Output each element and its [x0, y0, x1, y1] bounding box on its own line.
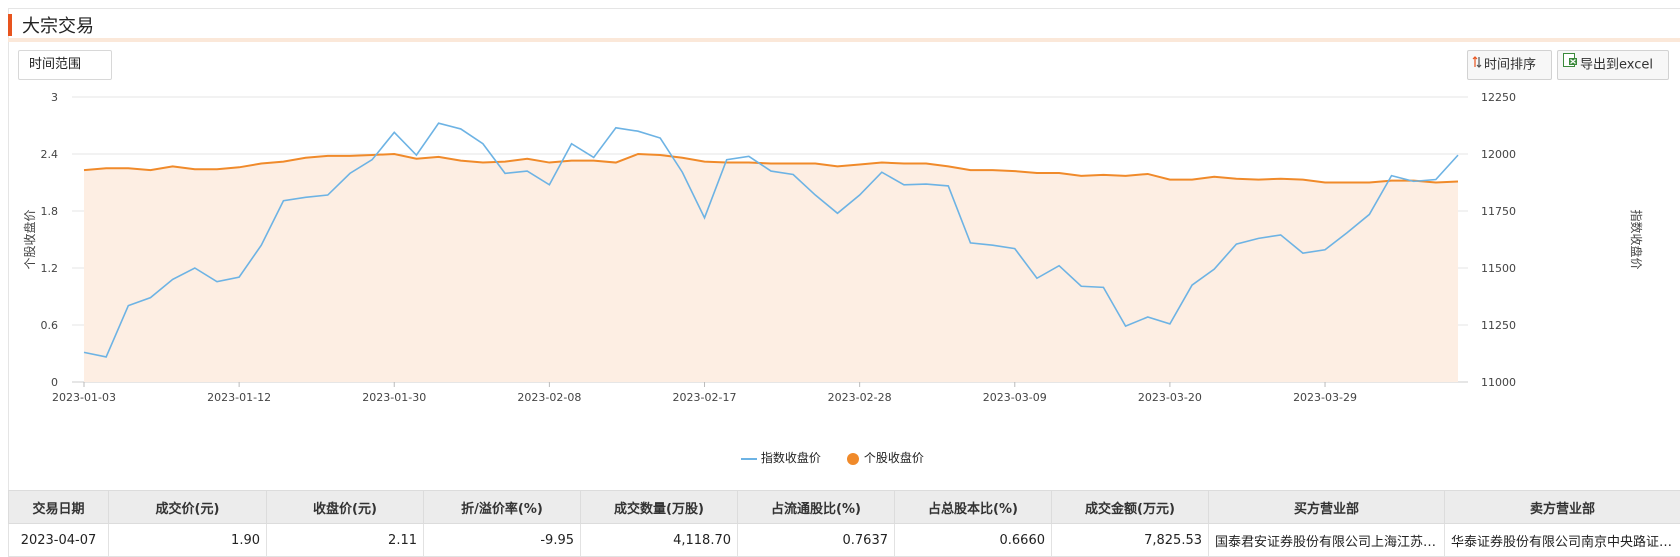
legend-label-index: 指数收盘价 — [761, 451, 821, 465]
cell-discount-rate: -9.95 — [424, 524, 581, 557]
cell-seller[interactable]: 华泰证券股份有限公司南京中央路证券营业部 — [1445, 524, 1680, 557]
y-right-tick-label: 11250 — [1481, 319, 1516, 332]
cell-float-ratio: 0.7637 — [738, 524, 895, 557]
export-excel-label: 导出到excel — [1580, 58, 1653, 73]
col-header-total-ratio[interactable]: 占总股本比(%) — [895, 491, 1052, 524]
header-accent-bar — [8, 14, 12, 36]
col-header-trade-date[interactable]: 交易日期 — [9, 491, 109, 524]
price-chart: 0 0.6 1.2 1.8 2.4 3 11000 11250 11500 11750 12000 1… — [0, 88, 1680, 468]
x-tick-label: 2023-01-03 — [52, 391, 116, 404]
col-header-volume[interactable]: 成交数量(万股) — [581, 491, 738, 524]
time-sort-label: 时间排序 — [1484, 58, 1536, 73]
col-header-amount[interactable]: 成交金额(万元) — [1052, 491, 1209, 524]
cell-trade-date: 2023-04-07 — [9, 524, 109, 557]
x-tick-label: 2023-01-30 — [362, 391, 426, 404]
chart-canvas: 0 0.6 1.2 1.8 2.4 3 11000 11250 11500 11750 12000 1… — [0, 88, 1680, 468]
col-header-close-price[interactable]: 收盘价(元) — [267, 491, 424, 524]
col-header-buyer[interactable]: 买方营业部 — [1209, 491, 1445, 524]
time-sort-button[interactable]: 时间排序 — [1467, 50, 1552, 80]
col-header-seller[interactable]: 卖方营业部 — [1445, 491, 1680, 524]
section-header: 大宗交易 — [8, 8, 1680, 42]
table-row[interactable]: 2023-04-07 1.90 2.11 -9.95 4,118.70 0.76… — [9, 524, 1680, 557]
x-tick-label: 2023-02-28 — [828, 391, 892, 404]
chart-legend: 指数收盘价 个股收盘价 — [0, 449, 1680, 467]
x-tick-label: 2023-03-20 — [1138, 391, 1202, 404]
cell-volume: 4,118.70 — [581, 524, 738, 557]
series-area-stock — [84, 154, 1458, 382]
y-right-axis-title: 指数收盘价 — [1629, 209, 1644, 269]
cell-total-ratio: 0.6660 — [895, 524, 1052, 557]
cell-trade-price: 1.90 — [109, 524, 267, 557]
x-tick-label: 2023-03-29 — [1293, 391, 1357, 404]
x-tick-label: 2023-01-12 — [207, 391, 271, 404]
y-right-tick-label: 11500 — [1481, 262, 1516, 275]
y-left-tick-label: 1.2 — [41, 262, 59, 275]
x-tick-label: 2023-03-09 — [983, 391, 1047, 404]
y-left-tick-label: 3 — [51, 91, 58, 104]
page-title: 大宗交易 — [22, 12, 94, 38]
col-header-discount-rate[interactable]: 折/溢价率(%) — [424, 491, 581, 524]
excel-icon — [1562, 51, 1578, 79]
legend-label-stock: 个股收盘价 — [864, 451, 924, 465]
time-range-button[interactable]: 时间范围 — [18, 50, 112, 80]
sort-arrows-icon — [1472, 51, 1482, 79]
legend-dot-icon — [846, 452, 860, 466]
cell-buyer[interactable]: 国泰君安证券股份有限公司上海江苏路证券营业部 — [1209, 524, 1445, 557]
y-left-tick-label: 0 — [51, 376, 58, 389]
y-right-tick-label: 12250 — [1481, 91, 1516, 104]
y-left-tick-label: 2.4 — [41, 148, 59, 161]
block-trade-table: 交易日期 成交价(元) 收盘价(元) 折/溢价率(%) 成交数量(万股) 占流通… — [8, 490, 1680, 557]
table-header-row: 交易日期 成交价(元) 收盘价(元) 折/溢价率(%) 成交数量(万股) 占流通… — [9, 491, 1680, 524]
y-left-axis-title: 个股收盘价 — [22, 209, 37, 269]
legend-line-icon — [741, 452, 757, 466]
col-header-trade-price[interactable]: 成交价(元) — [109, 491, 267, 524]
cell-close-price: 2.11 — [267, 524, 424, 557]
y-right-tick-label: 11000 — [1481, 376, 1516, 389]
y-right-tick-label: 12000 — [1481, 148, 1516, 161]
y-left-tick-label: 1.8 — [41, 205, 59, 218]
col-header-float-ratio[interactable]: 占流通股比(%) — [738, 491, 895, 524]
export-excel-button[interactable]: 导出到excel — [1557, 50, 1669, 80]
legend-item-stock[interactable]: 个股收盘价 — [846, 449, 924, 466]
trade-table: 交易日期 成交价(元) 收盘价(元) 折/溢价率(%) 成交数量(万股) 占流通… — [8, 490, 1680, 557]
x-tick-label: 2023-02-08 — [517, 391, 581, 404]
x-tick-label: 2023-02-17 — [673, 391, 737, 404]
y-left-tick-label: 0.6 — [41, 319, 59, 332]
legend-item-index[interactable]: 指数收盘价 — [741, 449, 821, 466]
cell-amount: 7,825.53 — [1052, 524, 1209, 557]
y-right-tick-label: 11750 — [1481, 205, 1516, 218]
